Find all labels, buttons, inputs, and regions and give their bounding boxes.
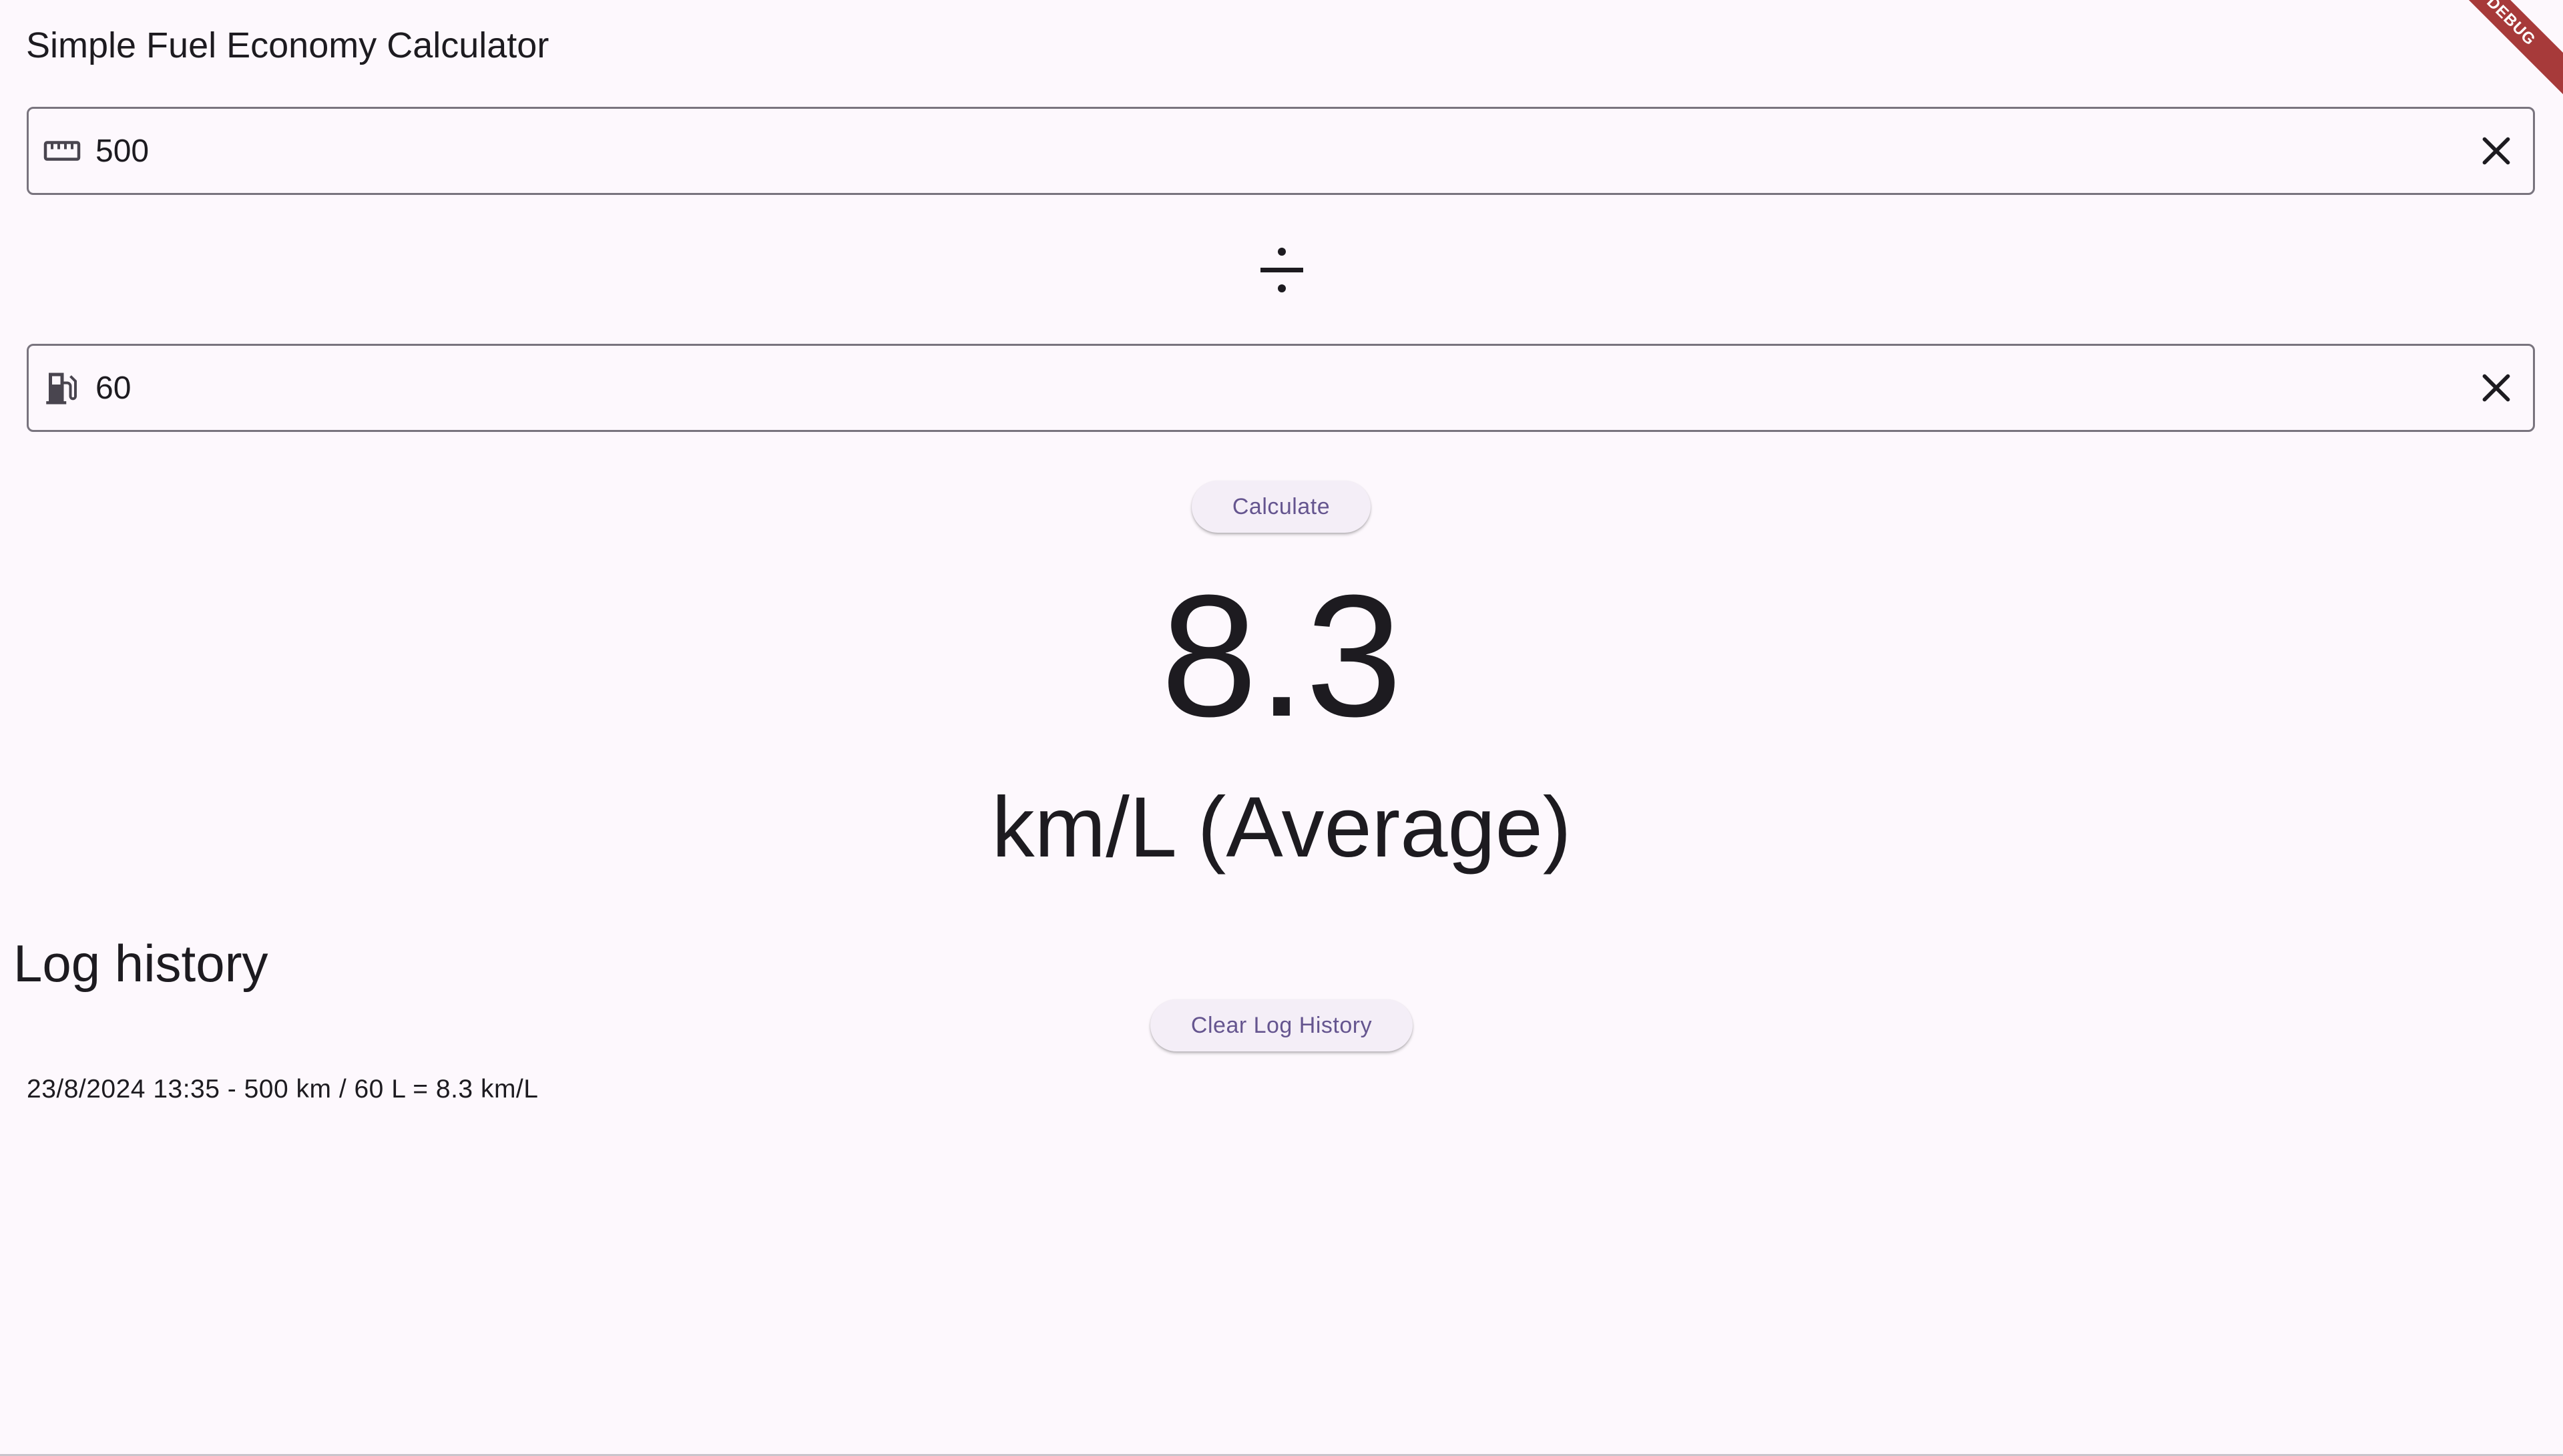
log-entry: 23/8/2024 13:35 - 500 km / 60 L = 8.3 km… (27, 1075, 539, 1104)
fuel-field[interactable] (27, 344, 2535, 432)
fuel-input[interactable] (95, 358, 2445, 418)
clear-fuel-button[interactable] (2473, 365, 2520, 411)
result-value: 8.3 (1160, 559, 1403, 753)
clear-distance-button[interactable] (2473, 128, 2520, 174)
close-icon (2482, 374, 2510, 402)
close-icon (2482, 137, 2510, 165)
straighten-ruler-icon (42, 131, 82, 171)
calculate-button[interactable]: Calculate (1192, 481, 1371, 533)
divide-icon (1255, 240, 1309, 300)
distance-field[interactable] (27, 107, 2535, 195)
app-title: Simple Fuel Economy Calculator (26, 25, 549, 65)
clear-log-history-button[interactable]: Clear Log History (1150, 999, 1413, 1051)
fuel-pump-icon (42, 368, 82, 408)
log-history-list: 23/8/2024 13:35 - 500 km / 60 L = 8.3 km… (27, 1069, 538, 1110)
result-unit: km/L (Average) (991, 780, 1572, 875)
log-history-heading: Log history (13, 934, 268, 993)
app-screen: Simple Fuel Economy Calculator DEBUG 500… (0, 0, 2563, 1456)
distance-input[interactable] (95, 121, 2445, 181)
debug-banner: DEBUG (2429, 0, 2563, 103)
